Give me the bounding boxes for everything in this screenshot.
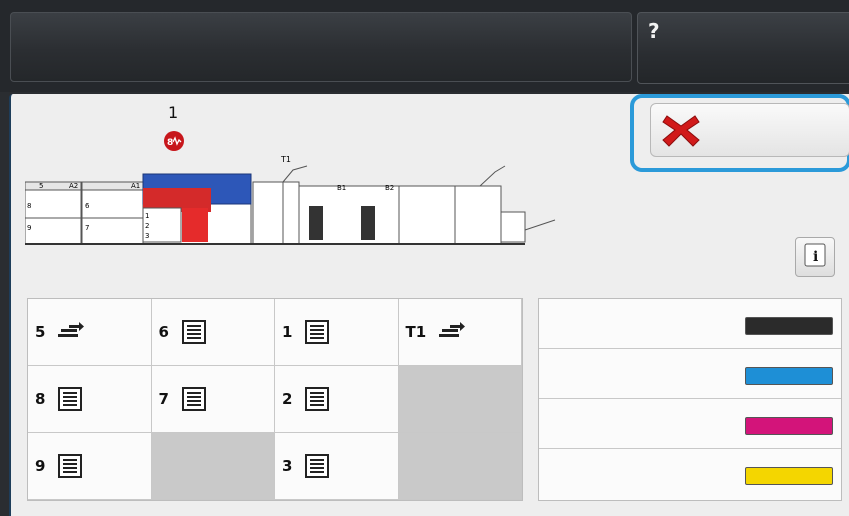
paper-stack-icon: [305, 387, 330, 411]
tray-label: 9: [35, 457, 46, 475]
svg-text:8: 8: [167, 138, 173, 148]
toner-level-bar: [745, 317, 833, 335]
info-button[interactable]: i: [795, 237, 835, 277]
tray-label: 6: [158, 323, 169, 341]
tray-7[interactable]: 7: [151, 366, 275, 433]
stacker-label: B1: [337, 184, 346, 192]
cancel-button[interactable]: [650, 103, 849, 157]
tray-empty: [398, 366, 522, 433]
tray-label: 8: [35, 390, 46, 408]
feeder-label: A2: [69, 182, 78, 190]
title-panel: [10, 12, 632, 82]
tray-empty: [151, 433, 275, 500]
tray-8[interactable]: 8: [28, 366, 152, 433]
toner-supplies-panel: [538, 298, 842, 501]
feeder-label: 9: [27, 224, 31, 232]
question-icon: ?: [648, 19, 660, 43]
tray-label: T1: [405, 323, 427, 341]
info-icon: i: [804, 243, 826, 267]
paper-stack-icon: [58, 387, 83, 411]
tray-label: 5: [35, 323, 46, 341]
tray-T1[interactable]: T1: [398, 299, 522, 366]
alert-count: 1: [168, 103, 179, 122]
close-icon: [662, 115, 700, 147]
feeder-label: A1: [131, 182, 140, 190]
tray-label: 2: [282, 390, 293, 408]
tray-label: 7: [158, 390, 169, 408]
tray-empty: [398, 433, 522, 500]
top-bar: ?: [0, 0, 849, 92]
cancel-button-focus: [630, 94, 849, 172]
tray-label: 1: [282, 323, 293, 341]
svg-text:i: i: [813, 249, 818, 265]
paper-stack-icon: [181, 387, 206, 411]
bypass-tray-icon: [58, 322, 85, 337]
tray-label-diagram: 3: [145, 232, 149, 240]
tray-5[interactable]: 5: [28, 299, 152, 366]
paper-stack-icon: [305, 320, 330, 344]
toner-cyan[interactable]: [539, 349, 841, 399]
tray-3[interactable]: 3: [275, 433, 399, 500]
paper-trays-grid: 5 6 1 T1 8 7 2 9 3: [27, 298, 523, 501]
tray-6[interactable]: 6: [151, 299, 275, 366]
tray-9[interactable]: 9: [28, 433, 152, 500]
paper-stack-icon: [181, 320, 206, 344]
bypass-tray-icon: [439, 322, 466, 337]
help-button[interactable]: ?: [637, 12, 849, 84]
toner-black[interactable]: [539, 299, 841, 349]
toner-yellow[interactable]: [539, 449, 841, 499]
feeder-label: 7: [85, 224, 89, 232]
tray-label-diagram: 1: [145, 212, 149, 220]
stacker-label: B2: [385, 184, 394, 192]
tray-label: 3: [282, 457, 293, 475]
tray-label-diagram: 2: [145, 222, 149, 230]
feeder-label: 6: [85, 202, 90, 210]
feeder-label: 5: [39, 182, 43, 190]
fault-icon[interactable]: 8: [163, 130, 185, 152]
toner-level-bar: [745, 417, 833, 435]
printer-diagram[interactable]: 5 A2 A1 8 6 9 7 1 2 3 T1 B1 B2: [25, 150, 565, 250]
tray-1[interactable]: 1: [275, 299, 399, 366]
toner-level-bar: [745, 367, 833, 385]
paper-stack-icon: [58, 454, 83, 478]
paper-stack-icon: [305, 454, 330, 478]
toner-magenta[interactable]: [539, 399, 841, 449]
feeder-label: 8: [27, 202, 31, 210]
tray-2[interactable]: 2: [275, 366, 399, 433]
t1-label: T1: [280, 155, 291, 164]
toner-level-bar: [745, 467, 833, 485]
